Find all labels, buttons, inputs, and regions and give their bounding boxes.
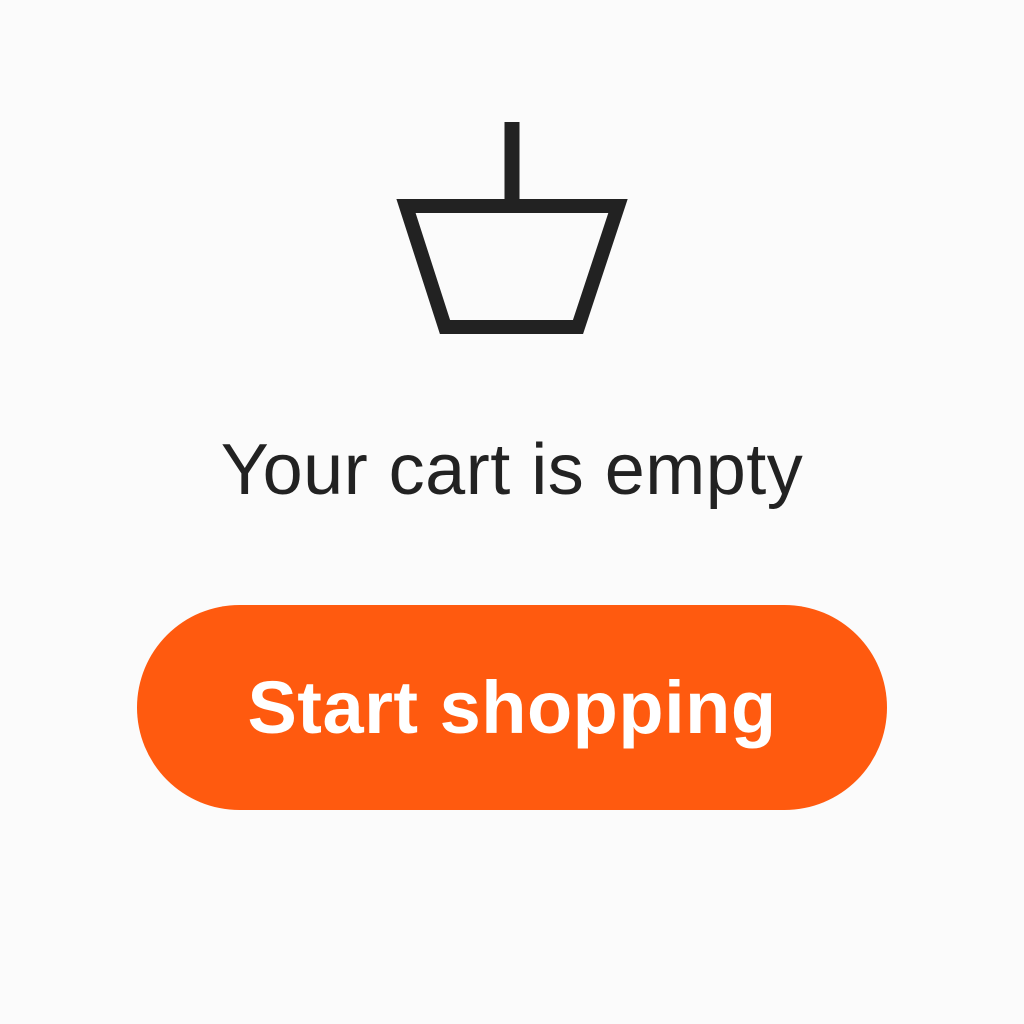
- basket-body: [396, 199, 628, 334]
- start-shopping-button[interactable]: Start shopping: [137, 605, 887, 810]
- empty-cart-message: Your cart is empty: [220, 430, 804, 510]
- start-shopping-label: Start shopping: [247, 665, 777, 749]
- basket-icon: [396, 122, 628, 334]
- empty-cart-screen: Your cart is empty Start shopping: [0, 0, 1024, 1024]
